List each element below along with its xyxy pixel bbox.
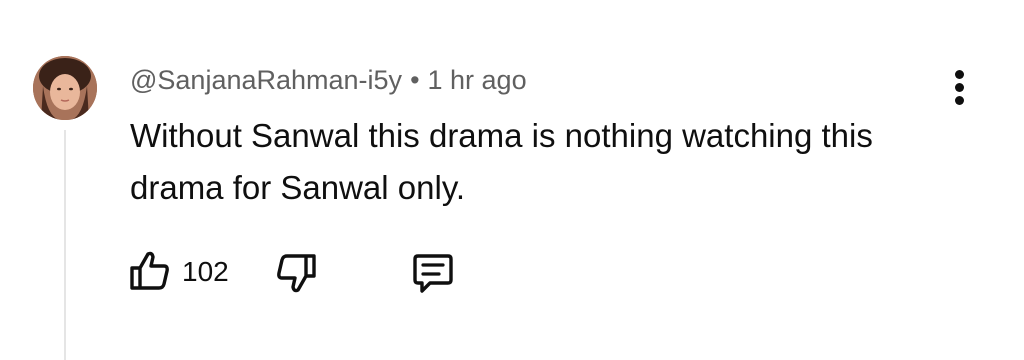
- comment-reply-icon: [413, 254, 453, 293]
- thread-line: [64, 130, 66, 360]
- meta-separator: •: [410, 65, 420, 95]
- avatar[interactable]: [33, 56, 97, 120]
- comment-timestamp[interactable]: 1 hr ago: [428, 65, 527, 95]
- comment-text: Without Sanwal this drama is nothing wat…: [130, 117, 873, 206]
- comment-meta: @SanjanaRahman-i5y • 1 hr ago: [130, 62, 527, 98]
- dislike-button[interactable]: [274, 250, 318, 296]
- author-handle[interactable]: @SanjanaRahman-i5y: [130, 65, 402, 95]
- reply-button[interactable]: [410, 250, 456, 296]
- like-count: 102: [182, 256, 229, 287]
- comment-card: @SanjanaRahman-i5y • 1 hr ago Without Sanw…: [0, 0, 1024, 360]
- like-button[interactable]: [128, 248, 172, 294]
- thumbs-up-icon: [130, 251, 169, 290]
- more-vertical-icon[interactable]: [946, 68, 974, 108]
- thumbs-down-icon: [277, 254, 316, 293]
- avatar-image: [33, 56, 97, 120]
